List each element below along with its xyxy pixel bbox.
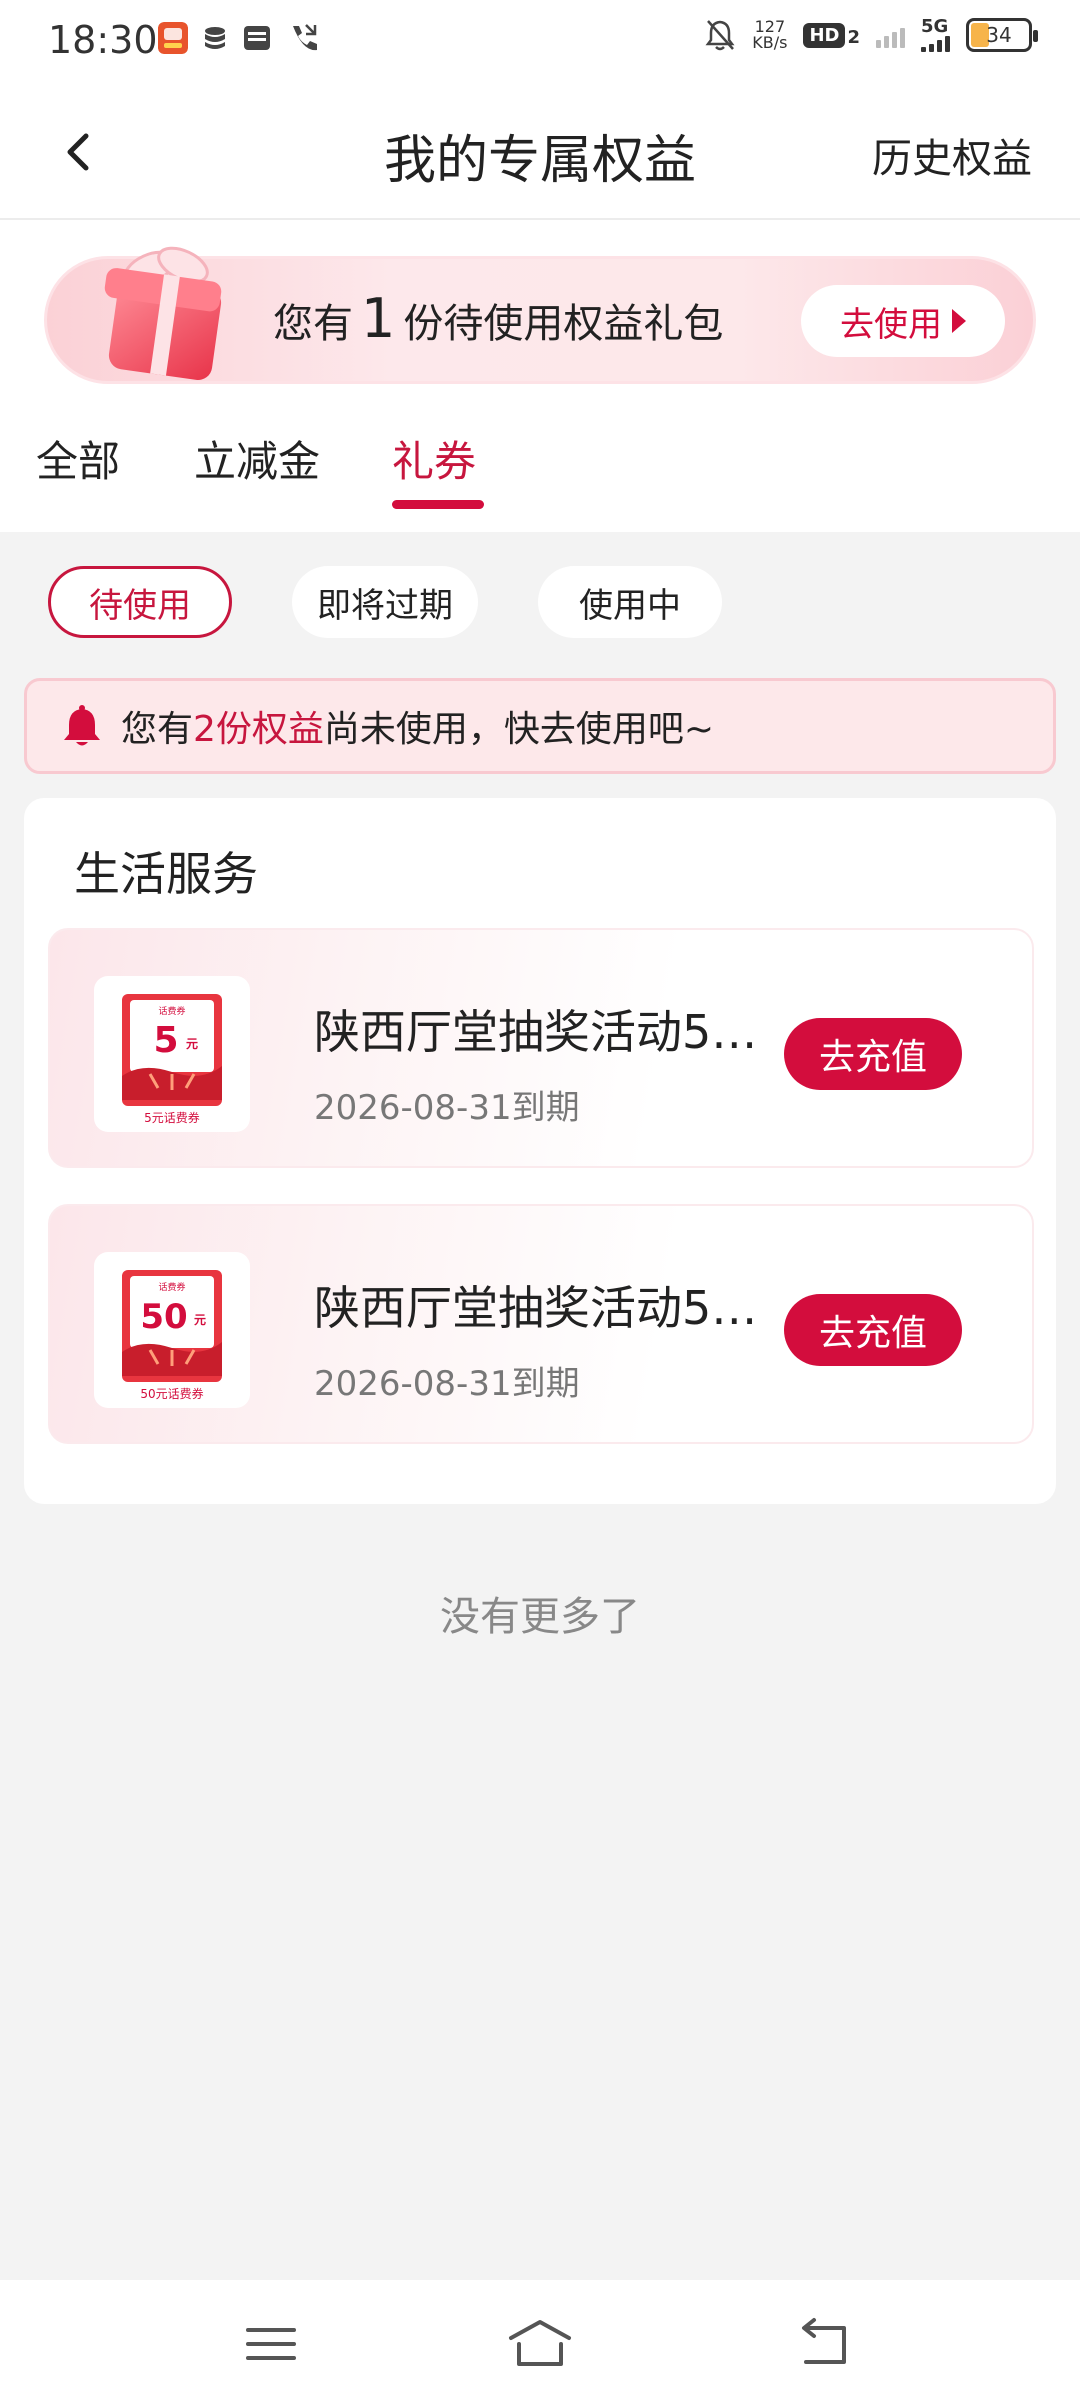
menu-icon[interactable] <box>236 2314 306 2374</box>
tab-instant-discount[interactable]: 立减金 <box>194 428 320 489</box>
storage-icon <box>205 27 225 49</box>
tab-bar: 全部 立减金 礼券 <box>0 420 1080 532</box>
coupon-expiry: 2026-08-31到期 <box>314 1364 580 1404</box>
tab-all[interactable]: 全部 <box>36 428 120 489</box>
notice-suffix: 尚未使用，快去使用吧~ <box>323 709 715 750</box>
signal-icon-2 <box>921 36 950 52</box>
coupon-title: 陕西厅堂抽奖活动5… <box>314 1005 758 1059</box>
life-services-card: 生活服务 话费券 5 元 5元话费券 陕西厅堂抽奖活动5… 2026-08-31… <box>24 798 1056 1504</box>
phone-bill-coupon-icon: 话费券 50 元 50元话费券 <box>122 1270 222 1401</box>
banner-text: 您有 1 份待使用权益礼包 <box>273 287 723 350</box>
sim-card-icon <box>244 26 270 50</box>
filter-expiring-soon[interactable]: 即将过期 <box>292 566 478 638</box>
unused-notice: 您有2份权益尚未使用，快去使用吧~ <box>24 678 1056 774</box>
coupon-caption: 5元话费券 <box>144 1110 200 1125</box>
coupon-caption: 50元话费券 <box>140 1386 203 1401</box>
hd-indicator: HD 2 <box>803 22 860 48</box>
coupon-top-label: 话费券 <box>158 1281 185 1293</box>
net-speed-unit: KB/s <box>752 33 788 52</box>
signal-icon-1 <box>876 22 905 48</box>
banner-text-prefix: 您有 <box>273 301 353 347</box>
tab-coupons[interactable]: 礼券 <box>392 428 476 489</box>
hd-badge: HD <box>803 22 846 48</box>
banner-count: 1 <box>361 287 396 350</box>
network-indicator: 5G <box>921 18 950 52</box>
net-speed: 127 KB/s <box>752 19 787 51</box>
coupon-item[interactable]: 话费券 50 元 50元话费券 陕西厅堂抽奖活动5… 2026-08-31到期 … <box>48 1204 1034 1444</box>
notice-prefix: 您有 <box>121 709 194 750</box>
phone-icon <box>293 24 317 51</box>
home-icon[interactable] <box>505 2314 575 2374</box>
recharge-button[interactable]: 去充值 <box>784 1294 962 1366</box>
filter-chips: 待使用 即将过期 使用中 <box>0 532 1080 672</box>
page: 18:30 127 KB/s HD 2 5G 34 我的专属权益 历史权益 您有… <box>0 0 1080 2408</box>
go-use-label: 去使用 <box>840 304 942 345</box>
coupon-image: 话费券 50 元 50元话费券 <box>94 1252 250 1408</box>
coupon-expiry: 2026-08-31到期 <box>314 1088 580 1128</box>
section-title: 生活服务 <box>74 847 258 901</box>
header: 我的专属权益 历史权益 <box>0 84 1080 220</box>
app-icon <box>158 22 188 54</box>
notice-text: 您有2份权益尚未使用，快去使用吧~ <box>121 700 714 752</box>
status-bar: 18:30 127 KB/s HD 2 5G 34 <box>0 0 1080 84</box>
gift-box-icon <box>104 246 222 380</box>
status-right-icons: 127 KB/s HD 2 5G 34 <box>704 18 1038 52</box>
system-nav-bar <box>0 2280 1080 2408</box>
coupon-unit: 元 <box>194 1313 206 1327</box>
filter-in-use[interactable]: 使用中 <box>538 566 722 638</box>
notice-highlight: 2份权益 <box>193 709 324 750</box>
no-more-text: 没有更多了 <box>440 1594 640 1640</box>
coupon-amount: 50 <box>140 1297 187 1337</box>
bell-off-icon <box>705 20 735 51</box>
network-label: 5G <box>921 16 949 37</box>
hd-sub: 2 <box>847 26 860 48</box>
battery-icon: 34 <box>966 18 1038 52</box>
gift-banner[interactable]: 您有 1 份待使用权益礼包 去使用 <box>44 246 1036 384</box>
play-arrow-icon <box>952 309 966 333</box>
phone-bill-coupon-icon: 话费券 5 元 5元话费券 <box>122 994 222 1125</box>
coupon-item[interactable]: 话费券 5 元 5元话费券 陕西厅堂抽奖活动5… 2026-08-31到期 去充… <box>48 928 1034 1168</box>
status-left-icons <box>158 22 318 54</box>
back-icon[interactable] <box>790 2314 860 2374</box>
banner-text-suffix: 份待使用权益礼包 <box>403 301 724 347</box>
go-use-button[interactable]: 去使用 <box>801 285 1005 357</box>
coupon-unit: 元 <box>186 1037 198 1051</box>
status-time: 18:30 <box>48 18 158 62</box>
battery-level: 34 <box>986 23 1012 47</box>
coupon-amount: 5 <box>153 1020 178 1061</box>
recharge-button[interactable]: 去充值 <box>784 1018 962 1090</box>
filter-to-use[interactable]: 待使用 <box>48 566 232 638</box>
coupon-image: 话费券 5 元 5元话费券 <box>94 976 250 1132</box>
history-benefits-link[interactable]: 历史权益 <box>872 126 1032 184</box>
coupon-title: 陕西厅堂抽奖活动5… <box>314 1281 758 1335</box>
active-tab-indicator <box>392 500 484 509</box>
coupon-top-label: 话费券 <box>158 1005 185 1017</box>
bell-icon <box>64 705 100 746</box>
